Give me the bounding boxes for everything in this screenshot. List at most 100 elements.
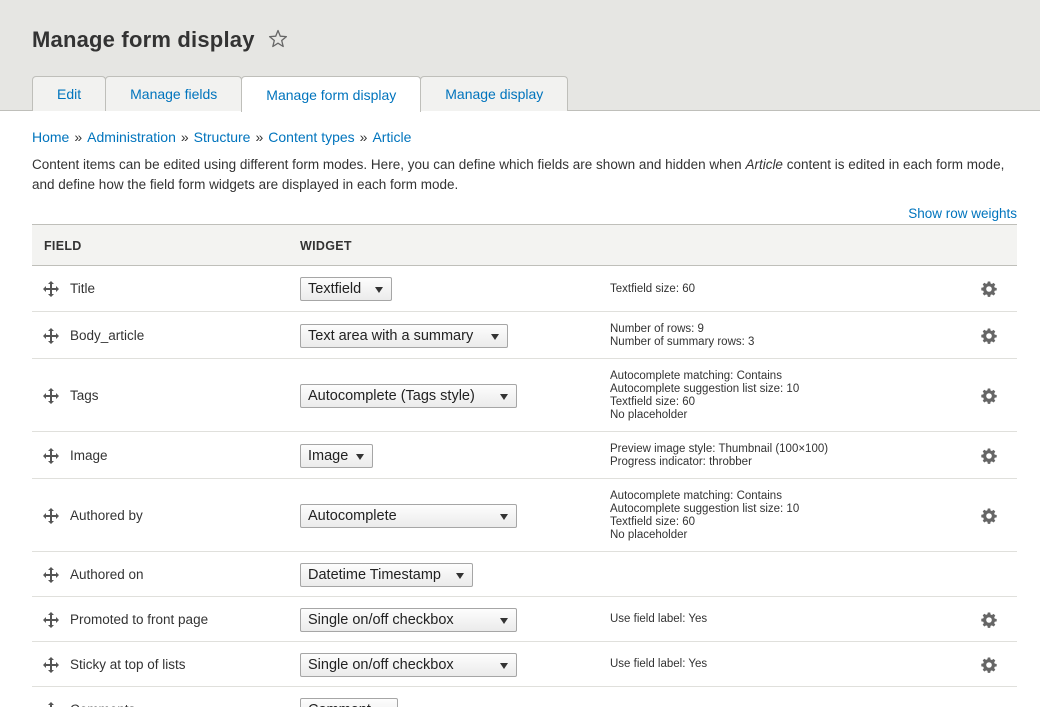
widget-select-value: Datetime Timestamp <box>308 566 441 583</box>
chevron-down-icon <box>375 287 383 293</box>
widget-select-value: Image <box>308 447 349 464</box>
breadcrumb-article[interactable]: Article <box>372 129 411 145</box>
table-row: Authored by Autocomplete Autocomplete matc… <box>32 479 1017 552</box>
widget-select-value: Text area with a summary <box>308 327 474 344</box>
widget-select-value: Autocomplete <box>308 507 397 524</box>
fields-table: FIELD WIDGET Title Textfield Textfield siz… <box>32 224 1017 707</box>
page-title: Manage form display <box>32 27 255 52</box>
widget-select-value: Comment <box>308 702 371 707</box>
drag-handle-icon[interactable] <box>43 701 59 707</box>
widget-summary: Autocomplete matching: Contains Autocompl… <box>610 490 799 542</box>
table-row: Body_article Text area with a summary Numb… <box>32 312 1017 359</box>
widget-select[interactable]: Autocomplete (Tags style) <box>300 383 517 408</box>
field-label: Authored on <box>70 566 144 582</box>
field-label: Body_article <box>70 327 145 343</box>
widget-summary: Preview image style: Thumbnail (100×100)… <box>610 443 828 469</box>
widget-select[interactable]: Textfield <box>300 277 392 301</box>
summary-line: Textfield size: 60 <box>610 515 696 528</box>
gear-icon[interactable] <box>981 448 997 464</box>
field-label: Authored by <box>70 507 143 523</box>
widget-summary: Number of rows: 9 Number of summary rows:… <box>610 323 754 349</box>
table-row: Authored on Datetime Timestamp <box>32 552 1017 597</box>
drag-handle-icon[interactable] <box>43 507 59 524</box>
summary-line: Autocomplete matching: Contains <box>610 369 782 382</box>
widget-summary: Autocomplete matching: Contains Autocompl… <box>610 370 799 422</box>
drag-handle-icon[interactable] <box>43 656 59 673</box>
summary-line: Textfield size: 60 <box>610 282 696 295</box>
summary-line: Preview image style: Thumbnail (100×100) <box>610 442 829 455</box>
breadcrumb-separator: » <box>359 129 368 145</box>
chevron-down-icon <box>491 333 499 340</box>
column-header-field: FIELD <box>44 239 82 253</box>
breadcrumb-separator: » <box>180 129 189 145</box>
widget-select[interactable]: Comment <box>300 697 398 707</box>
summary-line: Use field label: Yes <box>610 613 708 625</box>
gear-icon[interactable] <box>981 657 997 673</box>
chevron-down-icon <box>500 617 508 624</box>
summary-line: Autocomplete matching: Contains <box>610 489 782 502</box>
tab-edit[interactable]: Edit <box>32 76 107 111</box>
widget-select[interactable]: Single on/off checkbox <box>300 652 517 677</box>
description-text: Content items can be edited using differ… <box>32 157 746 172</box>
tab-manage-fields[interactable]: Manage fields <box>105 76 243 111</box>
chevron-down-icon <box>500 513 508 520</box>
widget-select-value: Single on/off checkbox <box>308 611 454 628</box>
tab-manage-form-display[interactable]: Manage form display <box>241 76 422 112</box>
breadcrumb-administration[interactable]: Administration <box>87 129 176 145</box>
table-header: FIELD WIDGET <box>32 224 1017 266</box>
drag-handle-icon[interactable] <box>43 611 59 628</box>
drag-handle-icon[interactable] <box>43 387 59 404</box>
chevron-down-icon <box>500 662 508 669</box>
tab-manage-display[interactable]: Manage display <box>420 76 569 111</box>
widget-select[interactable]: Image <box>300 443 373 468</box>
drag-handle-icon[interactable] <box>43 327 59 344</box>
widget-summary: Use field label: Yes <box>610 658 707 671</box>
field-label: Comments <box>70 702 135 707</box>
summary-line: Number of summary rows: 3 <box>610 335 755 348</box>
widget-select[interactable]: Datetime Timestamp <box>300 562 473 587</box>
field-label: Image <box>70 447 108 463</box>
gear-icon[interactable] <box>981 281 997 297</box>
breadcrumb-separator: » <box>255 129 264 145</box>
star-outline-icon[interactable] <box>268 29 288 49</box>
summary-line: Progress indicator: throbber <box>610 455 752 468</box>
gear-icon[interactable] <box>981 612 997 628</box>
column-header-widget: WIDGET <box>300 239 352 253</box>
breadcrumb-content-types[interactable]: Content types <box>268 129 354 145</box>
widget-select-value: Textfield <box>308 281 362 297</box>
table-row: Tags Autocomplete (Tags style) Autocomplet… <box>32 359 1017 432</box>
primary-tabs: Edit Manage fields Manage form display M… <box>32 76 569 112</box>
summary-line: Autocomplete suggestion list size: 10 <box>610 502 800 515</box>
gear-icon[interactable] <box>981 328 997 344</box>
field-label: Title <box>70 281 96 296</box>
widget-select[interactable]: Autocomplete <box>300 503 517 528</box>
drag-handle-icon[interactable] <box>43 447 59 464</box>
field-label: Tags <box>70 387 99 403</box>
drag-handle-icon[interactable] <box>43 281 59 297</box>
chevron-down-icon <box>356 453 364 460</box>
widget-select-value: Autocomplete (Tags style) <box>308 387 475 404</box>
widget-select[interactable]: Text area with a summary <box>300 323 508 348</box>
summary-line: Number of rows: 9 <box>610 322 704 335</box>
show-row-weights-link[interactable]: Show row weights <box>908 206 1017 221</box>
gear-icon[interactable] <box>981 388 997 404</box>
field-label: Promoted to front page <box>70 611 209 627</box>
description-emphasis: Article <box>745 157 783 172</box>
table-row: Promoted to front page Single on/off chec… <box>32 597 1017 642</box>
chevron-down-icon <box>456 572 464 579</box>
widget-select[interactable]: Single on/off checkbox <box>300 607 517 632</box>
table-row: Image Image Preview image style: Thumbnail… <box>32 432 1017 479</box>
breadcrumb-structure[interactable]: Structure <box>194 129 251 145</box>
breadcrumb-separator: » <box>74 129 83 145</box>
table-body: Title Textfield Textfield size: 60 Body_art… <box>32 266 1017 707</box>
summary-line: Textfield size: 60 <box>610 395 696 408</box>
page-header: Manage form display Edit Manage fields M… <box>0 0 1040 112</box>
widget-summary: Textfield size: 60 <box>610 283 695 296</box>
table-row: Title Textfield Textfield size: 60 <box>32 266 1017 312</box>
drag-handle-icon[interactable] <box>43 566 59 583</box>
gear-icon[interactable] <box>981 508 997 524</box>
summary-line: No placeholder <box>610 408 688 421</box>
field-label: Sticky at top of lists <box>70 656 186 672</box>
summary-line: Use field label: Yes <box>610 658 708 670</box>
breadcrumb-home[interactable]: Home <box>32 129 69 145</box>
